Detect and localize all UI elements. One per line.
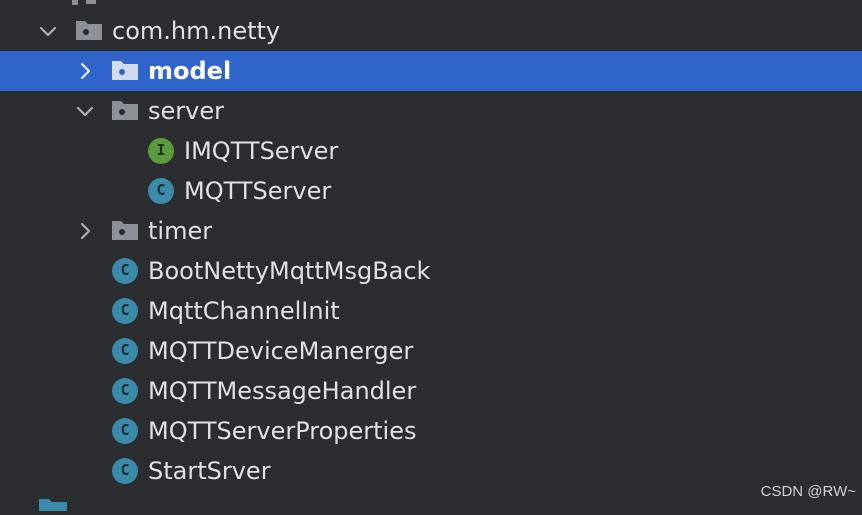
tree-item-label: MQTTServer <box>184 177 332 205</box>
tree-row-interface-imqttserver[interactable]: I IMQTTServer <box>0 131 862 171</box>
tree-item-label: MQTTMessageHandler <box>148 377 417 405</box>
tree-row-cut-bottom <box>78 500 198 506</box>
interface-icon: I <box>148 138 174 164</box>
class-icon: C <box>112 458 138 484</box>
tree-item-label: MqttChannelInit <box>148 297 340 325</box>
tree-row-package-com-hm-netty[interactable]: com.hm.netty <box>0 11 862 51</box>
tree-row-class-mqttchannelinit[interactable]: C MqttChannelInit <box>0 291 862 331</box>
project-tree: com.hm.netty model server I IMQTTServer … <box>0 0 862 511</box>
folder-icon <box>38 496 68 511</box>
tree-item-label: MQTTDeviceManerger <box>148 337 414 365</box>
package-folder-icon <box>111 98 139 122</box>
package-folder-icon <box>111 218 139 242</box>
tree-item-label: model <box>148 57 232 85</box>
tree-item-label: MQTTServerProperties <box>148 417 417 445</box>
tree-row-class-mqttdevicemanerger[interactable]: C MQTTDeviceManerger <box>0 331 862 371</box>
tree-item-label: timer <box>148 217 213 245</box>
tree-item-label: com.hm.netty <box>112 17 281 45</box>
tree-row-class-mqttserverproperties[interactable]: C MQTTServerProperties <box>0 411 862 451</box>
class-icon: C <box>112 258 138 284</box>
package-folder-icon <box>111 58 139 82</box>
watermark: CSDN @RW~ <box>760 483 856 500</box>
class-icon: C <box>148 178 174 204</box>
tree-item-label: BootNettyMqttMsgBack <box>148 257 431 285</box>
chevron-down-icon[interactable] <box>38 21 58 41</box>
tree-row-package-timer[interactable]: timer <box>0 211 862 251</box>
class-icon: C <box>112 338 138 364</box>
tree-item-label: StartSrver <box>148 457 271 485</box>
tree-row-class-mqttserver[interactable]: C MQTTServer <box>0 171 862 211</box>
chevron-down-icon[interactable] <box>75 101 95 121</box>
tree-item-label: IMQTTServer <box>184 137 339 165</box>
chevron-right-icon[interactable] <box>75 221 95 241</box>
class-icon: C <box>112 418 138 444</box>
tree-row-class-startsrver[interactable]: C StartSrver <box>0 451 862 491</box>
tree-row-class-bootnettymqttmsgback[interactable]: C BootNettyMqttMsgBack <box>0 251 862 291</box>
class-icon: C <box>112 298 138 324</box>
tree-row-package-server[interactable]: server <box>0 91 862 131</box>
tree-row-class-mqttmessagehandler[interactable]: C MQTTMessageHandler <box>0 371 862 411</box>
tree-row-cut-top <box>60 0 140 5</box>
chevron-right-icon[interactable] <box>75 61 95 81</box>
class-icon: C <box>112 378 138 404</box>
package-folder-icon <box>75 18 103 42</box>
tree-row-package-model[interactable]: model <box>0 51 862 91</box>
tree-item-label: server <box>148 97 224 125</box>
